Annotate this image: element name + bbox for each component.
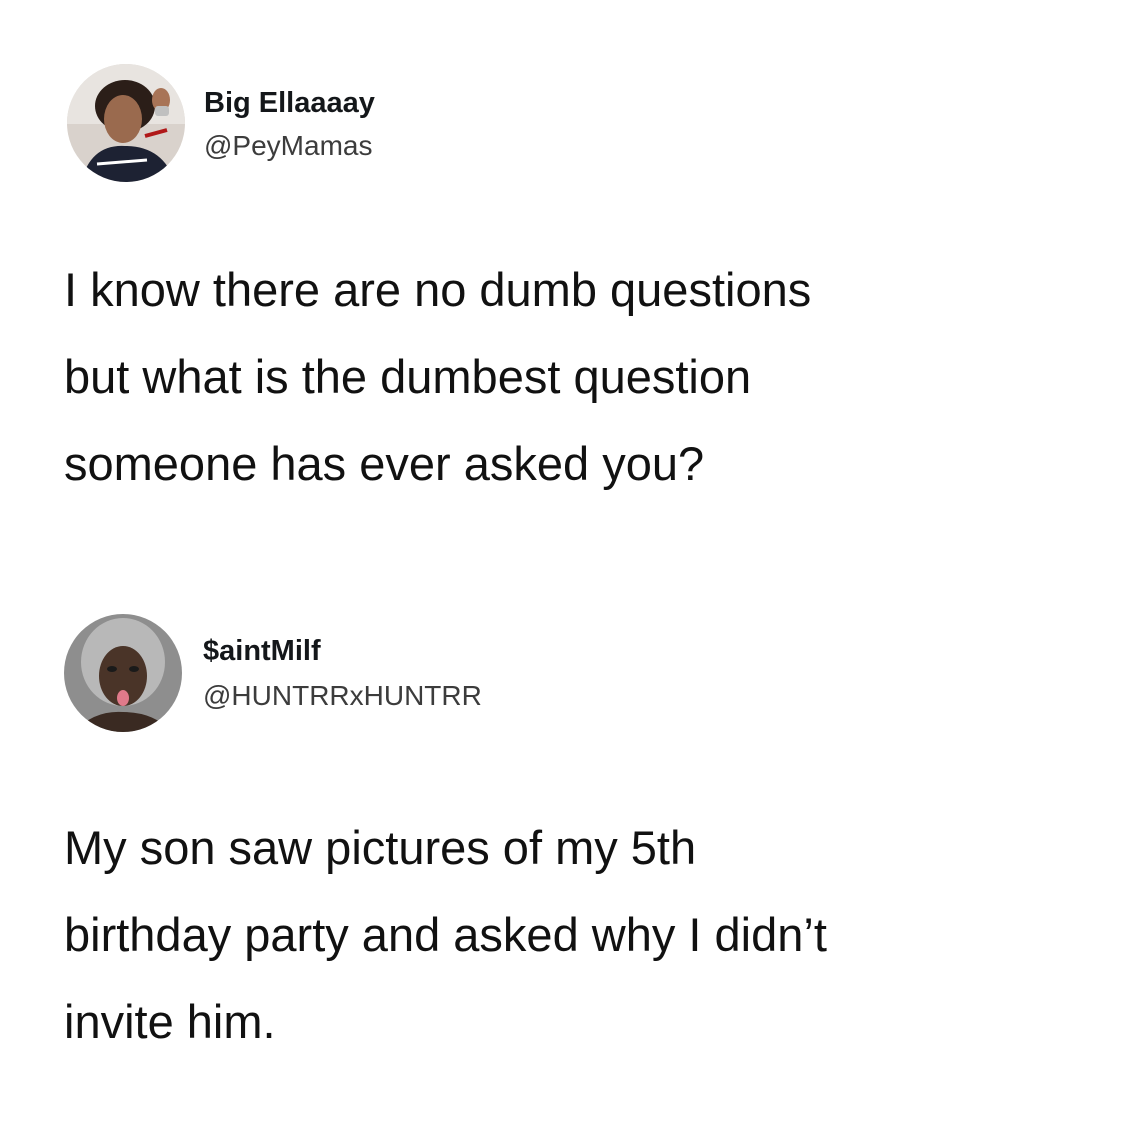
- tweet-text-line: My son saw pictures of my 5th: [64, 821, 697, 874]
- avatar[interactable]: [64, 614, 182, 732]
- profile-photo-icon: [64, 614, 182, 732]
- display-name[interactable]: $aintMilf: [203, 634, 321, 668]
- tweet-text-line: I know there are no dumb questions: [64, 263, 812, 316]
- avatar[interactable]: [67, 64, 185, 182]
- display-name[interactable]: Big Ellaaaay: [204, 86, 375, 120]
- user-handle[interactable]: @PeyMamas: [204, 129, 372, 163]
- tweet-text-line: birthday party and asked why I didn’t: [64, 908, 827, 961]
- user-handle[interactable]: @HUNTRRxHUNTRR: [203, 679, 482, 713]
- tweet-text-line: someone has ever asked you?: [64, 437, 705, 490]
- tweet-text: My son saw pictures of my 5th birthday p…: [64, 804, 1074, 1065]
- tweet-text-line: invite him.: [64, 995, 276, 1048]
- tweet-text: I know there are no dumb questions but w…: [64, 246, 1074, 507]
- profile-photo-icon: [67, 64, 185, 182]
- tweet-text-line: but what is the dumbest question: [64, 350, 752, 403]
